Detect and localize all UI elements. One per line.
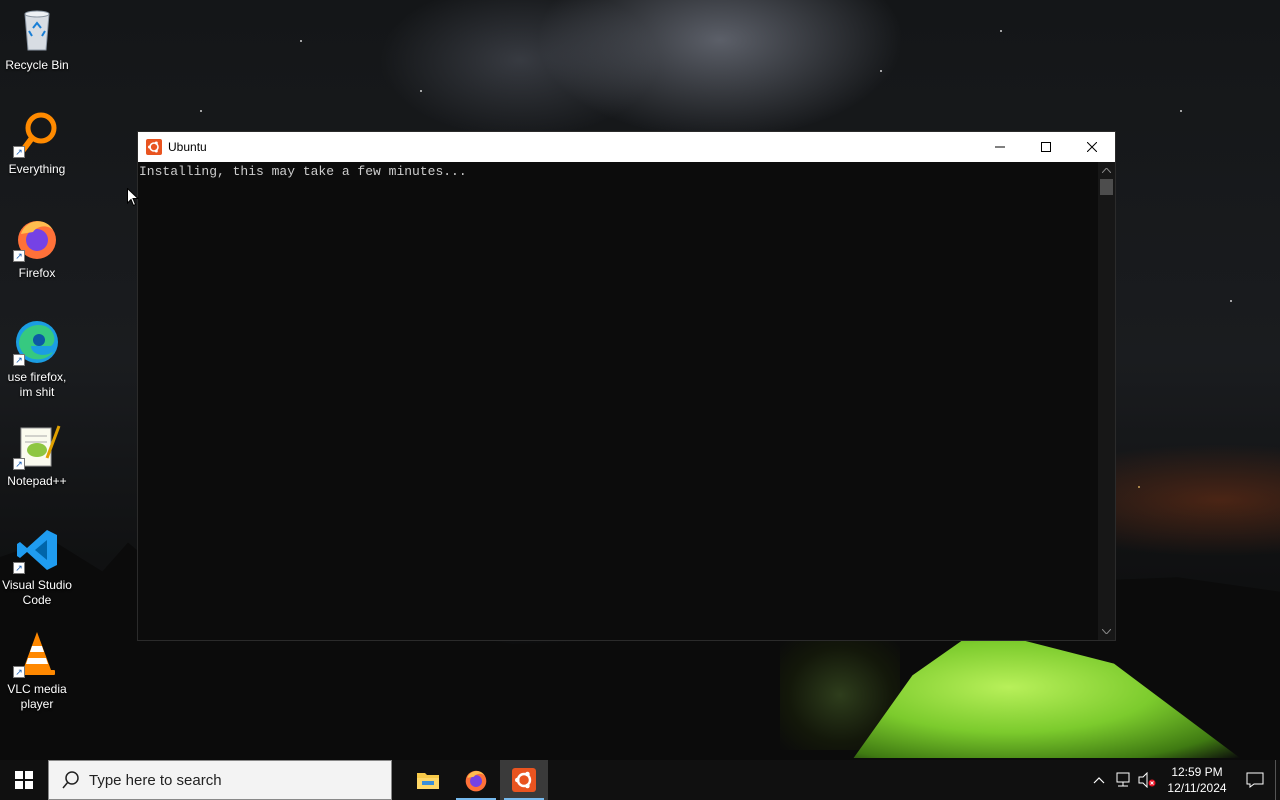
chevron-up-icon [1102, 168, 1111, 173]
show-hidden-icons-button[interactable] [1087, 760, 1111, 800]
action-center-button[interactable] [1235, 760, 1275, 800]
close-button[interactable] [1069, 132, 1115, 162]
recycle-bin-icon [13, 6, 61, 54]
ubuntu-console-window[interactable]: Ubuntu Installing, this may take a few m… [137, 131, 1116, 641]
notepad-plus-plus-icon: ↗ [13, 422, 61, 470]
desktop-icon-everything[interactable]: ↗ Everything [0, 110, 74, 177]
network-status-button[interactable] [1111, 760, 1135, 800]
desktop-icon-label: Recycle Bin [5, 58, 69, 72]
vlc-icon: ↗ [13, 630, 61, 678]
chevron-down-icon [1102, 629, 1111, 634]
edge-icon: ↗ [13, 318, 61, 366]
window-title: Ubuntu [168, 140, 207, 154]
desktop-icon-notepad-plus-plus[interactable]: ↗ Notepad++ [0, 422, 74, 489]
desktop-icon-recycle-bin[interactable]: Recycle Bin [0, 6, 74, 73]
desktop-icon-label: Everything [8, 162, 66, 176]
window-titlebar[interactable]: Ubuntu [138, 132, 1115, 162]
volume-muted-icon [1138, 772, 1156, 788]
show-desktop-button[interactable] [1275, 760, 1280, 800]
start-button[interactable] [0, 760, 48, 800]
ubuntu-icon [512, 768, 536, 792]
console-line: Installing, this may take a few minutes.… [139, 164, 467, 179]
taskbar-search-box[interactable]: Type here to search [48, 760, 392, 800]
windows-logo-icon [15, 771, 33, 789]
minimize-icon [995, 146, 1005, 148]
scroll-up-button[interactable] [1098, 162, 1115, 179]
maximize-icon [1041, 142, 1051, 152]
everything-search-icon: ↗ [13, 110, 61, 158]
vscode-icon: ↗ [13, 526, 61, 574]
taskbar-app-firefox[interactable] [452, 760, 500, 800]
firefox-icon [465, 770, 487, 792]
taskbar: Type here to search 12:59 PM 12/11/2024 [0, 760, 1280, 800]
scroll-down-button[interactable] [1098, 623, 1115, 640]
taskbar-app-file-explorer[interactable] [404, 760, 452, 800]
chevron-up-icon [1093, 777, 1105, 784]
notification-icon [1246, 772, 1264, 788]
taskbar-clock[interactable]: 12:59 PM 12/11/2024 [1159, 764, 1235, 796]
desktop-icon-label: Firefox [18, 266, 56, 280]
console-output[interactable]: Installing, this may take a few minutes.… [138, 162, 1098, 640]
desktop-icon-label: Visual Studio Code [2, 578, 72, 607]
firefox-icon: ↗ [13, 214, 61, 262]
minimize-button[interactable] [977, 132, 1023, 162]
scrollbar-thumb[interactable] [1100, 179, 1113, 195]
clock-date: 12/11/2024 [1167, 781, 1227, 795]
desktop-icon-vscode[interactable]: ↗ Visual Studio Code [0, 526, 74, 608]
network-icon [1116, 772, 1130, 787]
maximize-button[interactable] [1023, 132, 1069, 162]
close-icon [1087, 142, 1097, 152]
clock-time: 12:59 PM [1171, 765, 1223, 779]
system-tray: 12:59 PM 12/11/2024 [1087, 760, 1280, 800]
desktop-icon-label: VLC media player [7, 682, 67, 711]
search-icon [62, 771, 79, 789]
ubuntu-icon [146, 139, 162, 155]
file-explorer-icon [417, 773, 439, 789]
mouse-cursor-icon [127, 188, 139, 207]
desktop-icon-label: use firefox, im shit [7, 370, 67, 399]
desktop-icon-label: Notepad++ [7, 474, 67, 488]
search-placeholder: Type here to search [89, 771, 222, 789]
vertical-scrollbar[interactable] [1098, 162, 1115, 640]
desktop-icon-firefox[interactable]: ↗ Firefox [0, 214, 74, 281]
desktop-icon-vlc[interactable]: ↗ VLC media player [0, 630, 74, 712]
taskbar-app-ubuntu[interactable] [500, 760, 548, 800]
volume-button[interactable] [1135, 760, 1159, 800]
desktop-icon-edge[interactable]: ↗ use firefox, im shit [0, 318, 74, 400]
